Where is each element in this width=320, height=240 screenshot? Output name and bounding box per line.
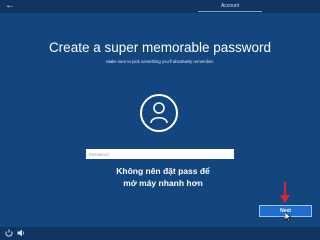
- step-indicator-line: [198, 11, 262, 12]
- annotation-text: Không nên đặt pass để mở máy nhanh hơn: [108, 165, 218, 189]
- step-label-account: Account: [220, 3, 240, 9]
- top-bar: ← Account: [0, 0, 320, 13]
- password-input[interactable]: [86, 149, 234, 159]
- ease-of-access-icon[interactable]: [5, 229, 13, 237]
- back-arrow-icon[interactable]: ←: [5, 1, 15, 11]
- cursor-icon: [285, 212, 292, 222]
- user-avatar-icon: [140, 94, 178, 132]
- page-title: Create a super memorable password: [48, 40, 272, 55]
- annotation-line-2: mở máy nhanh hơn: [123, 178, 203, 188]
- page-subtitle: Make sure to pick something you'll absol…: [106, 59, 214, 64]
- bottom-bar: [0, 227, 320, 240]
- annotation-line-1: Không nên đặt pass để: [116, 166, 210, 176]
- volume-icon[interactable]: [17, 229, 25, 237]
- red-arrow-icon: [280, 182, 290, 203]
